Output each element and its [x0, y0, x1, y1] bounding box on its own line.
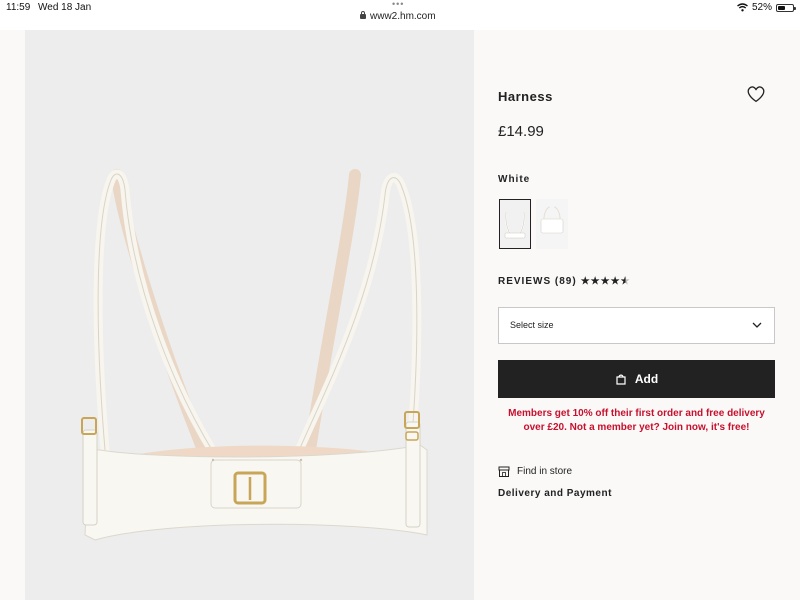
rating-stars: ★ ★ ★ ★ ★: [581, 276, 630, 287]
star-icon: ★: [600, 276, 610, 287]
bag-icon: [616, 374, 626, 385]
star-icon: ★: [580, 276, 590, 287]
find-in-store-link[interactable]: Find in store: [498, 466, 572, 477]
member-promo-message[interactable]: Members get 10% off their first order an…: [498, 407, 775, 435]
find-in-store-label: Find in store: [517, 466, 573, 477]
heart-icon[interactable]: [746, 85, 766, 103]
battery-icon: [776, 3, 796, 12]
lock-icon: [360, 11, 366, 19]
status-date: Wed 18 Jan: [38, 2, 92, 13]
status-right: 52%: [737, 2, 796, 13]
reviews-link[interactable]: REVIEWS (89) ★ ★ ★ ★ ★: [498, 276, 630, 287]
color-swatch-selected[interactable]: [499, 199, 531, 249]
store-icon: [498, 466, 510, 477]
battery-percent: 52%: [751, 2, 772, 13]
product-image[interactable]: [25, 30, 474, 600]
status-time: 11:59: [6, 2, 31, 13]
star-icon: ★: [610, 276, 620, 287]
product-price: £14.99: [498, 123, 544, 140]
star-half-icon: ★: [620, 276, 630, 287]
address-bar[interactable]: www2.hm.com: [360, 11, 442, 22]
left-gutter: [0, 30, 25, 600]
swatch-thumbnail-alt: [540, 206, 564, 234]
add-to-bag-button[interactable]: Add: [498, 360, 775, 398]
size-select[interactable]: Select size: [498, 307, 775, 344]
wifi-icon: [737, 3, 748, 12]
chevron-down-icon: [752, 322, 762, 328]
add-button-label: Add: [634, 372, 659, 386]
product-details: Harness £14.99 White REVIEWS (89) ★ ★ ★ …: [474, 30, 800, 600]
star-icon: ★: [590, 276, 600, 287]
size-select-label: Select size: [510, 320, 554, 330]
product-title: Harness: [498, 89, 553, 104]
swatch-thumbnail: [504, 211, 526, 239]
status-bar: 11:59 Wed 18 Jan ••• www2.hm.com 52%: [0, 0, 800, 30]
tab-dots-icon[interactable]: •••: [392, 0, 404, 9]
address-url: www2.hm.com: [370, 11, 436, 22]
color-name: White: [498, 174, 531, 185]
harness-illustration: [81, 169, 428, 541]
color-swatch-alt[interactable]: [536, 199, 568, 249]
reviews-label: REVIEWS (89): [498, 276, 577, 287]
delivery-payment-link[interactable]: Delivery and Payment: [498, 488, 612, 499]
